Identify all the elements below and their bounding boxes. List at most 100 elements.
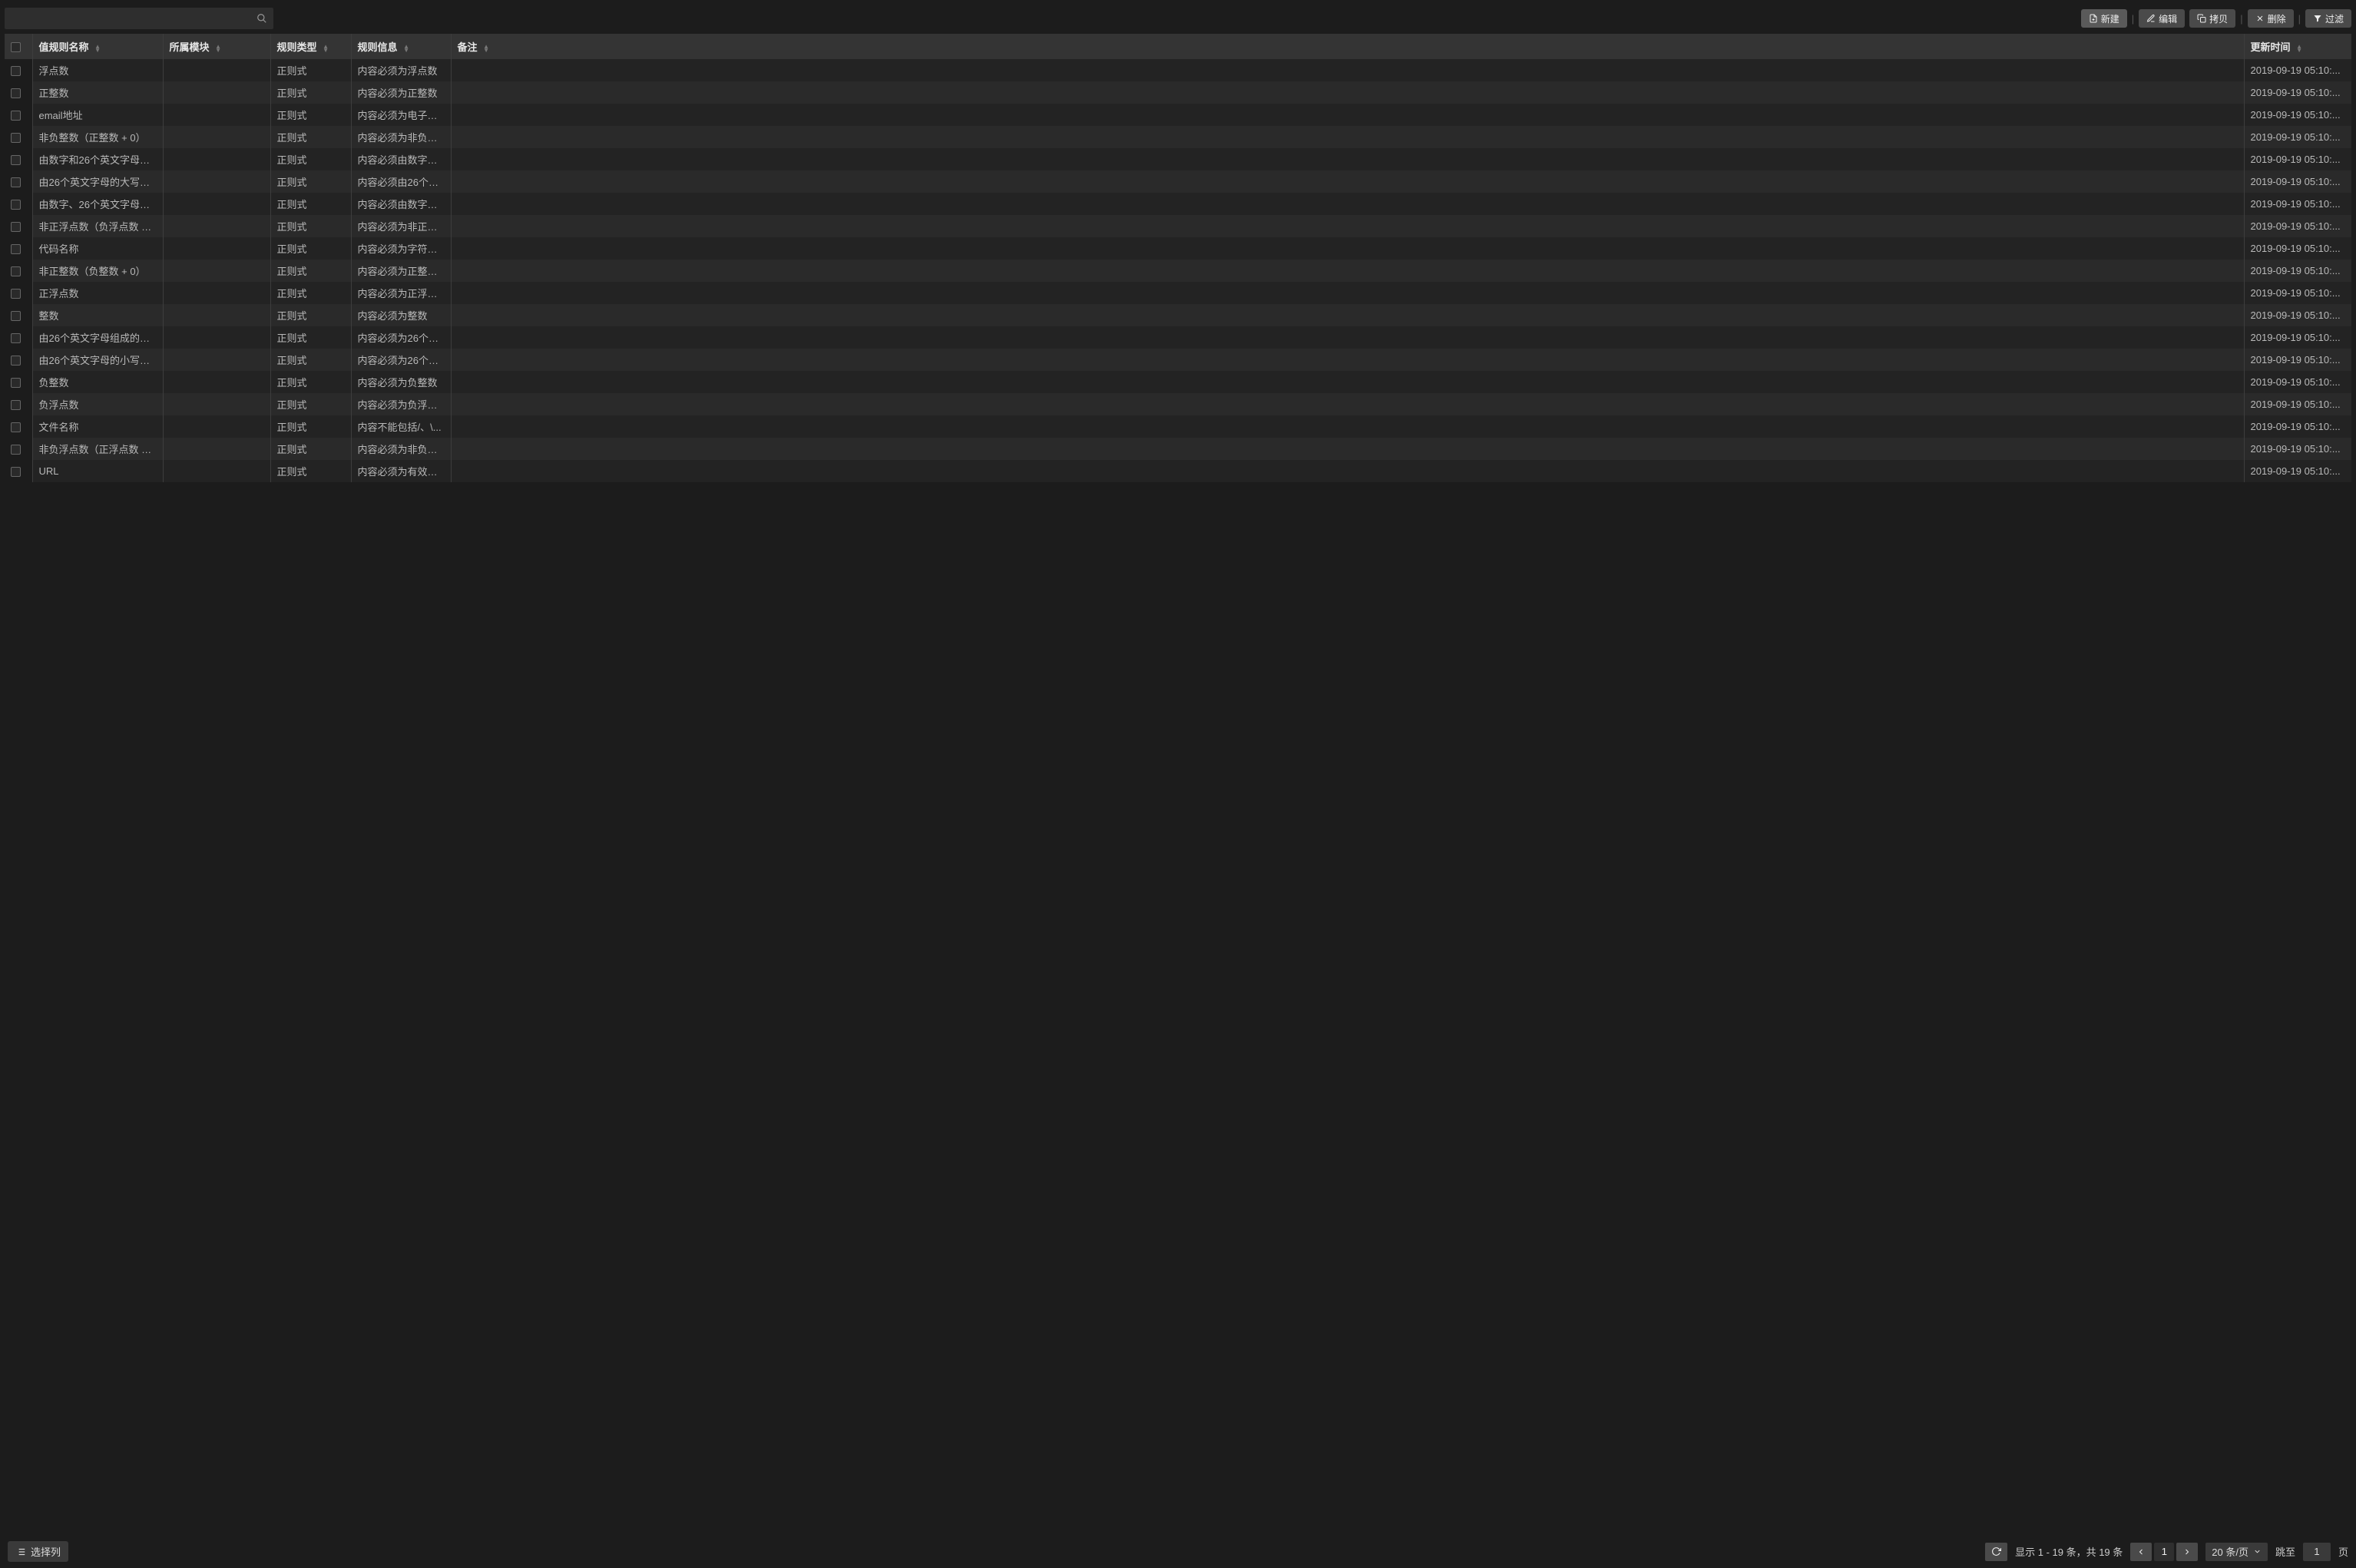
table-scroll[interactable]: 值规则名称 ▲▼ 所属模块 ▲▼ 规则类型 ▲▼ 规则信息 ▲▼ (0, 34, 2356, 1535)
cell-updated: 2019-09-19 05:10:... (2244, 148, 2351, 170)
search-input[interactable] (5, 8, 273, 29)
cell-remark (451, 170, 2244, 193)
row-checkbox-cell (5, 126, 32, 148)
cell-type: 正则式 (270, 438, 351, 460)
cell-name: 整数 (32, 304, 163, 326)
row-checkbox[interactable] (11, 311, 21, 321)
row-checkbox[interactable] (11, 222, 21, 232)
edit-icon (2146, 14, 2156, 23)
next-page-button[interactable] (2176, 1543, 2198, 1561)
row-checkbox[interactable] (11, 333, 21, 343)
cell-type: 正则式 (270, 371, 351, 393)
row-checkbox[interactable] (11, 244, 21, 254)
table-row[interactable]: 负整数正则式内容必须为负整数2019-09-19 05:10:... (5, 371, 2351, 393)
row-checkbox-cell (5, 260, 32, 282)
table-row[interactable]: 非负浮点数（正浮点数 + 0）正则式内容必须为非负浮...2019-09-19 … (5, 438, 2351, 460)
prev-page-button[interactable] (2130, 1543, 2152, 1561)
table-row[interactable]: 由26个英文字母的大写组...正则式内容必须由26个英...2019-09-19… (5, 170, 2351, 193)
separator: | (2127, 13, 2139, 25)
filter-button[interactable]: 过滤 (2305, 9, 2351, 28)
row-checkbox[interactable] (11, 111, 21, 121)
table-row[interactable]: 由26个英文字母组成的字...正则式内容必须为26个英...2019-09-19… (5, 326, 2351, 349)
cell-name: 代码名称 (32, 237, 163, 260)
cell-module (163, 260, 270, 282)
cell-module (163, 393, 270, 415)
new-button[interactable]: 新建 (2081, 9, 2127, 28)
cell-remark (451, 148, 2244, 170)
cell-info: 内容必须由26个英... (351, 170, 451, 193)
cell-updated: 2019-09-19 05:10:... (2244, 126, 2351, 148)
cell-type: 正则式 (270, 193, 351, 215)
table-row[interactable]: URL正则式内容必须为有效UR...2019-09-19 05:10:... (5, 460, 2351, 482)
table-header-row: 值规则名称 ▲▼ 所属模块 ▲▼ 规则类型 ▲▼ 规则信息 ▲▼ (5, 34, 2351, 59)
refresh-icon (1991, 1546, 2001, 1556)
table-row[interactable]: 非正整数（负整数 + 0）正则式内容必须为正整数...2019-09-19 05… (5, 260, 2351, 282)
select-columns-button[interactable]: 选择列 (8, 1541, 68, 1562)
cell-updated: 2019-09-19 05:10:... (2244, 193, 2351, 215)
row-checkbox[interactable] (11, 289, 21, 299)
cell-name: 正整数 (32, 81, 163, 104)
table-row[interactable]: 非正浮点数（负浮点数 + 0）正则式内容必须为非正浮...2019-09-19 … (5, 215, 2351, 237)
cell-name: 非负整数（正整数 + 0） (32, 126, 163, 148)
header-remark[interactable]: 备注 ▲▼ (451, 34, 2244, 59)
cell-name: 由26个英文字母的小写组... (32, 349, 163, 371)
header-info[interactable]: 规则信息 ▲▼ (351, 34, 451, 59)
cell-type: 正则式 (270, 81, 351, 104)
table-row[interactable]: 负浮点数正则式内容必须为负浮点数2019-09-19 05:10:... (5, 393, 2351, 415)
row-checkbox[interactable] (11, 467, 21, 477)
table-row[interactable]: 文件名称正则式内容不能包括/、\...2019-09-19 05:10:... (5, 415, 2351, 438)
row-checkbox-cell (5, 393, 32, 415)
cell-type: 正则式 (270, 126, 351, 148)
list-icon (15, 1546, 26, 1557)
table-row[interactable]: 由数字和26个英文字母组...正则式内容必须由数字和...2019-09-19 … (5, 148, 2351, 170)
cell-type: 正则式 (270, 349, 351, 371)
cell-remark (451, 215, 2244, 237)
table-row[interactable]: 代码名称正则式内容必须为字符及...2019-09-19 05:10:... (5, 237, 2351, 260)
cell-name: 由26个英文字母组成的字... (32, 326, 163, 349)
row-checkbox[interactable] (11, 356, 21, 366)
row-checkbox[interactable] (11, 133, 21, 143)
row-checkbox[interactable] (11, 445, 21, 455)
header-name[interactable]: 值规则名称 ▲▼ (32, 34, 163, 59)
cell-module (163, 193, 270, 215)
row-checkbox[interactable] (11, 177, 21, 187)
page-nav: 1 (2130, 1543, 2198, 1561)
table-row[interactable]: 正整数正则式内容必须为正整数2019-09-19 05:10:... (5, 81, 2351, 104)
page-number-button[interactable]: 1 (2154, 1543, 2174, 1561)
page-size-select[interactable]: 20 条/页 (2205, 1543, 2268, 1561)
row-checkbox[interactable] (11, 66, 21, 76)
row-checkbox[interactable] (11, 155, 21, 165)
table-row[interactable]: 由26个英文字母的小写组...正则式内容必须为26个英...2019-09-19… (5, 349, 2351, 371)
row-checkbox-cell (5, 193, 32, 215)
copy-button[interactable]: 拷贝 (2189, 9, 2235, 28)
new-label: 新建 (2101, 12, 2119, 25)
jump-input[interactable] (2303, 1543, 2331, 1561)
table-row[interactable]: 非负整数（正整数 + 0）正则式内容必须为非负整...2019-09-19 05… (5, 126, 2351, 148)
select-all-checkbox[interactable] (11, 42, 21, 52)
row-checkbox-cell (5, 215, 32, 237)
table-row[interactable]: 正浮点数正则式内容必须为正浮点数2019-09-19 05:10:... (5, 282, 2351, 304)
row-checkbox[interactable] (11, 266, 21, 276)
header-updated[interactable]: 更新时间 ▲▼ (2244, 34, 2351, 59)
row-checkbox[interactable] (11, 422, 21, 432)
table-row[interactable]: 浮点数正则式内容必须为浮点数2019-09-19 05:10:... (5, 59, 2351, 81)
cell-type: 正则式 (270, 415, 351, 438)
header-module[interactable]: 所属模块 ▲▼ (163, 34, 270, 59)
row-checkbox[interactable] (11, 200, 21, 210)
row-checkbox-cell (5, 81, 32, 104)
table-row[interactable]: email地址正则式内容必须为电子邮...2019-09-19 05:10:..… (5, 104, 2351, 126)
chevron-left-icon (2136, 1547, 2146, 1556)
row-checkbox[interactable] (11, 88, 21, 98)
sort-icon: ▲▼ (94, 45, 101, 52)
refresh-button[interactable] (1985, 1543, 2007, 1561)
delete-button[interactable]: 删除 (2248, 9, 2294, 28)
cell-module (163, 59, 270, 81)
table-row[interactable]: 由数字、26个英文字母或...正则式内容必须由数字、...2019-09-19 … (5, 193, 2351, 215)
row-checkbox[interactable] (11, 378, 21, 388)
table-row[interactable]: 整数正则式内容必须为整数2019-09-19 05:10:... (5, 304, 2351, 326)
row-checkbox[interactable] (11, 400, 21, 410)
cell-name: 非正浮点数（负浮点数 + 0） (32, 215, 163, 237)
cell-type: 正则式 (270, 260, 351, 282)
edit-button[interactable]: 编辑 (2139, 9, 2185, 28)
header-type[interactable]: 规则类型 ▲▼ (270, 34, 351, 59)
